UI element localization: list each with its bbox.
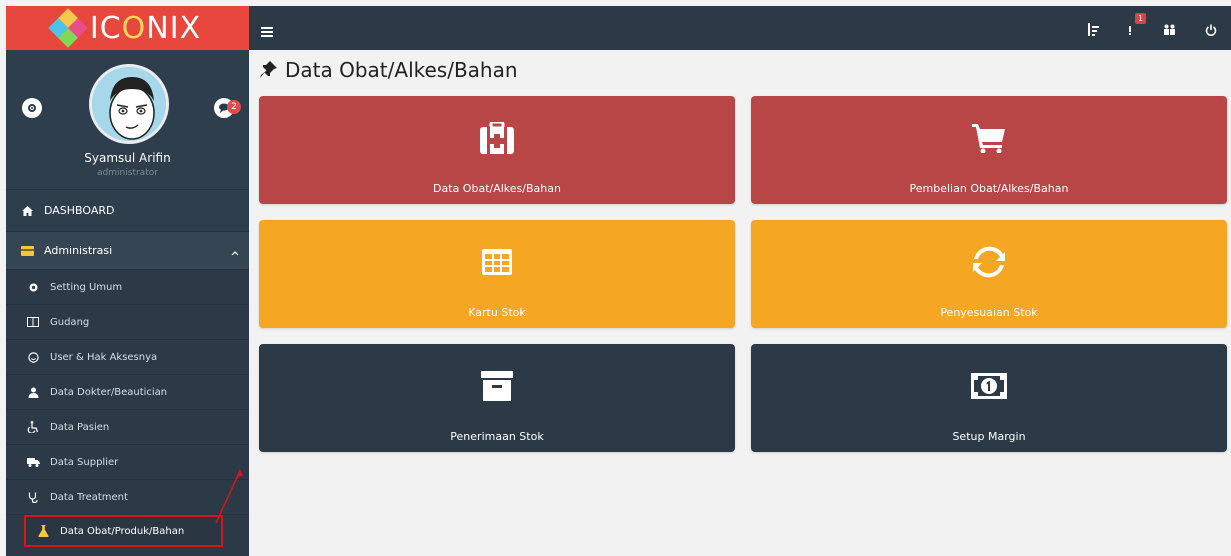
tile-label: Setup Margin [952,430,1026,443]
topbar: 1 [249,6,1231,50]
sidebar-item-label: Data Supplier [50,456,119,468]
profile-role: administrator [97,168,158,178]
tile-setup-margin[interactable]: Setup Margin [751,344,1227,452]
tile-data-obat[interactable]: Data Obat/Alkes/Bahan [259,96,735,204]
tile-label: Penyesuaian Stok [940,306,1038,319]
cart-icon [972,118,1006,158]
admin-card-icon [20,245,34,256]
refresh-icon [973,242,1005,282]
tile-label: Data Obat/Alkes/Bahan [433,182,561,195]
sidebar-item-data-pasien[interactable]: Data Pasien [6,410,249,445]
nav-dashboard-label: DASHBOARD [44,204,115,217]
nav-administrasi[interactable]: Administrasi [6,232,249,270]
settings-icon[interactable] [22,98,42,118]
sort-icon[interactable] [1087,21,1099,40]
home-icon [20,205,34,216]
flask-icon [36,525,50,537]
tile-kartu-stok[interactable]: Kartu Stok [259,220,735,328]
power-icon[interactable] [1205,21,1217,40]
tile-penerimaan-stok[interactable]: Penerimaan Stok [259,344,735,452]
sidebar-item-label: Data Obat/Produk/Bahan [60,525,185,537]
medkit-icon [480,118,514,158]
sidebar-item-label: Data Pasien [50,421,110,433]
tile-label: Pembelian Obat/Alkes/Bahan [909,182,1069,195]
columns-icon [26,317,40,327]
sidebar-item-setting-umum[interactable]: Setting Umum [6,270,249,305]
sidebar-item-label: Gudang [50,316,90,328]
notification-icon[interactable] [1127,21,1133,40]
tile-penyesuaian-stok[interactable]: Penyesuaian Stok [751,220,1227,328]
users-icon[interactable] [1163,21,1176,40]
wheelchair-icon [26,421,40,433]
chevron-up-icon [231,246,239,259]
avatar [89,64,169,144]
menu-toggle-icon[interactable] [261,22,273,41]
smile-icon [26,351,40,363]
sidebar-item-data-dokter[interactable]: Data Dokter/Beautician [6,375,249,410]
doctor-icon [26,387,40,398]
chat-count-badge: 2 [227,100,241,114]
pin-icon [260,61,277,78]
archive-icon [481,366,513,406]
sidebar-item-label: Data Dokter/Beautician [50,386,168,398]
sidebar-item-label: Data Treatment [50,491,128,503]
profile-panel: 2 Syamsul Arifin administrator [6,50,249,190]
tile-label: Kartu Stok [468,306,526,319]
page-title-text: Data Obat/Alkes/Bahan [285,58,518,82]
logo-cube-icon [48,8,88,48]
logo[interactable]: ICONIX [6,6,249,50]
main-content: Data Obat/Alkes/Bahan Data Obat/Alkes/Ba… [249,50,1231,556]
tile-pembelian-obat[interactable]: Pembelian Obat/Alkes/Bahan [751,96,1227,204]
profile-name: Syamsul Arifin [84,151,171,165]
table-icon [482,242,512,282]
logo-text: ICONIX [89,10,202,46]
tile-label: Penerimaan Stok [450,430,544,443]
sidebar-item-label: User & Hak Aksesnya [50,351,158,363]
sidebar-item-label: Setting Umum [50,281,123,293]
money-icon [971,366,1007,406]
annotation-arrow [215,469,243,524]
truck-icon [26,457,40,467]
sidebar-item-gudang[interactable]: Gudang [6,305,249,340]
stethoscope-icon [26,492,40,503]
page-title: Data Obat/Alkes/Bahan [259,58,518,82]
sidebar-item-data-obat[interactable]: Data Obat/Produk/Bahan [24,515,223,547]
notification-badge: 1 [1135,13,1147,24]
nav-dashboard[interactable]: DASHBOARD [6,190,249,232]
gear-icon [26,282,40,293]
nav-administrasi-label: Administrasi [44,244,113,257]
sidebar-item-user-hak-akses[interactable]: User & Hak Aksesnya [6,340,249,375]
